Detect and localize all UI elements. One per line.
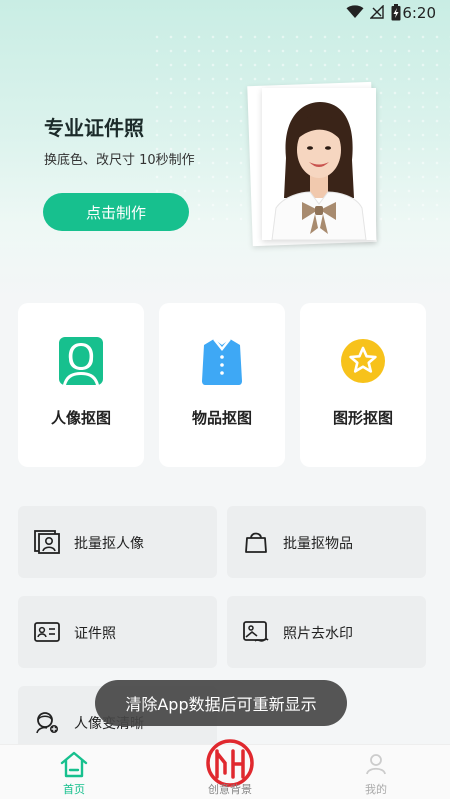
shape-cutout-card[interactable]: 图形抠图 <box>300 303 426 467</box>
home-icon <box>60 751 88 778</box>
hero-title: 专业证件照 <box>44 116 144 140</box>
start-making-button[interactable]: 点击制作 <box>43 193 189 231</box>
sample-id-photo[interactable] <box>262 88 376 240</box>
nav-home-label: 首页 <box>63 783 85 796</box>
status-time: 6:20 <box>402 4 436 22</box>
toast-message: 清除App数据后可重新显示 <box>95 680 347 726</box>
id-photo-label: 证件照 <box>74 626 116 642</box>
battery-charging-icon <box>391 4 401 21</box>
id-card-icon <box>34 622 60 642</box>
nav-creative-background[interactable]: 创意背景 <box>195 739 265 799</box>
remove-watermark-card[interactable]: 照片去水印 <box>227 596 426 668</box>
object-cutout-label: 物品抠图 <box>191 409 252 427</box>
image-watermark-icon <box>243 621 269 642</box>
signal-icon <box>370 5 384 19</box>
logo-icon <box>206 739 254 787</box>
nav-home[interactable]: 首页 <box>44 745 104 799</box>
status-bar: 6:20 <box>0 0 450 26</box>
shirt-icon <box>202 338 242 385</box>
bottom-navigation: 首页 创意背景 我的 <box>0 739 450 799</box>
portrait-frame-icon <box>34 530 60 554</box>
star-icon <box>341 339 385 383</box>
batch-portrait-card[interactable]: 批量抠人像 <box>18 506 217 578</box>
batch-object-card[interactable]: 批量抠物品 <box>227 506 426 578</box>
wifi-icon <box>346 5 364 18</box>
person-icon <box>59 337 103 385</box>
id-photo-card[interactable]: 证件照 <box>18 596 217 668</box>
face-enhance-icon <box>36 712 58 734</box>
profile-icon <box>366 754 386 775</box>
hero-subtitle: 换底色、改尺寸 10秒制作 <box>44 153 195 168</box>
portrait-cutout-label: 人像抠图 <box>50 409 111 427</box>
portrait-illustration <box>262 88 376 240</box>
remove-watermark-label: 照片去水印 <box>283 626 353 642</box>
nav-creative-background-label: 创意背景 <box>208 783 252 796</box>
object-cutout-card[interactable]: 物品抠图 <box>159 303 285 467</box>
shape-cutout-label: 图形抠图 <box>332 409 393 427</box>
nav-mine[interactable]: 我的 <box>346 745 406 799</box>
batch-portrait-label: 批量抠人像 <box>74 536 144 552</box>
portrait-cutout-card[interactable]: 人像抠图 <box>18 303 144 467</box>
bag-icon <box>245 532 267 553</box>
nav-mine-label: 我的 <box>365 783 387 796</box>
batch-object-label: 批量抠物品 <box>283 536 353 552</box>
